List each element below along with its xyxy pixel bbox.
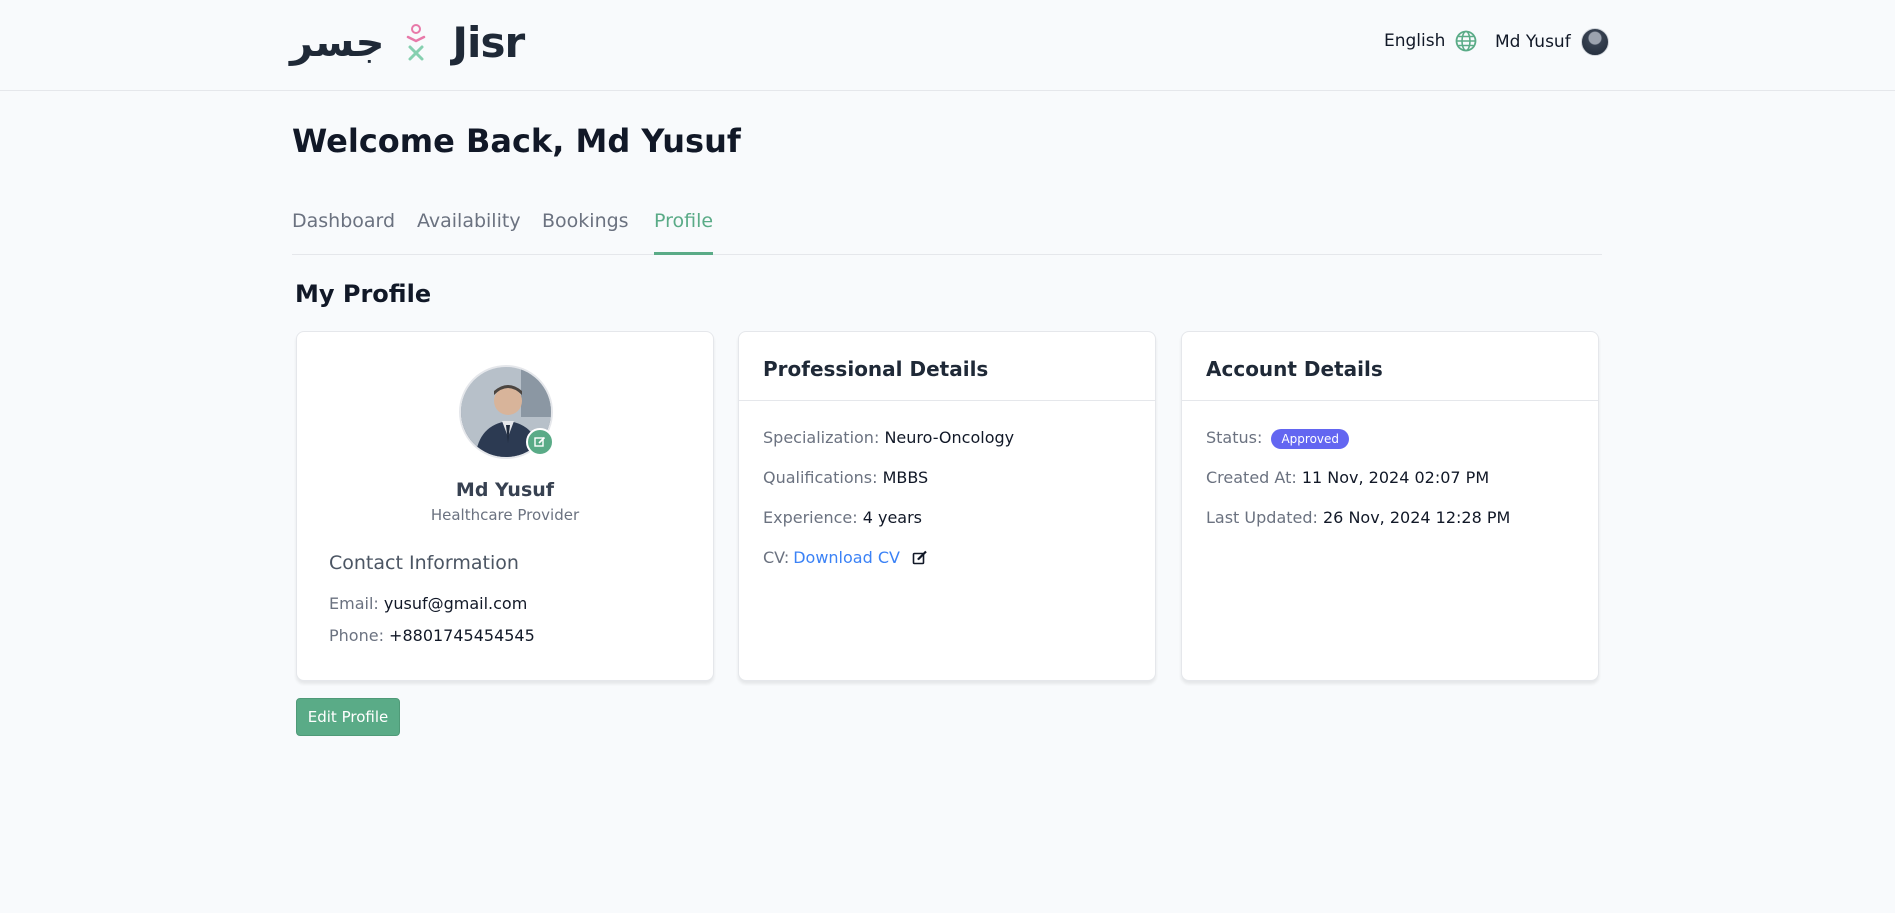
tab-availability[interactable]: Availability <box>417 210 521 255</box>
created-row: Created At: 11 Nov, 2024 02:07 PM <box>1206 468 1489 487</box>
updated-label: Last Updated: <box>1206 508 1318 527</box>
status-row: Status: Approved <box>1206 428 1350 449</box>
email-label: Email: <box>329 594 379 613</box>
profile-card: Md Yusuf Healthcare Provider Contact Inf… <box>296 331 714 681</box>
download-cv-link[interactable]: Download CV <box>793 548 900 567</box>
created-value: 11 Nov, 2024 02:07 PM <box>1301 468 1490 487</box>
user-name: Md Yusuf <box>1495 32 1571 52</box>
edit-icon <box>534 436 546 447</box>
updated-row: Last Updated: 26 Nov, 2024 12:28 PM <box>1206 508 1510 527</box>
qualifications-label: Qualifications: <box>763 468 878 487</box>
qualifications-value: MBBS <box>882 468 929 487</box>
language-label: English <box>1384 31 1446 51</box>
page-title: Welcome Back, Md Yusuf <box>292 122 741 160</box>
globe-icon <box>1455 30 1477 52</box>
user-menu[interactable]: Md Yusuf <box>1495 28 1609 56</box>
phone-label: Phone: <box>329 626 384 645</box>
tab-bookings[interactable]: Bookings <box>542 210 629 255</box>
phone-value: +8801745454545 <box>389 626 535 645</box>
profile-role: Healthcare Provider <box>430 506 580 524</box>
specialization-row: Specialization: Neuro-Oncology <box>763 428 1014 447</box>
status-badge: Approved <box>1271 428 1350 449</box>
card-title: Professional Details <box>739 332 1155 401</box>
logo-english-text: Jisr <box>452 18 525 67</box>
top-header: جسر Jisr English Md Yusuf <box>0 0 1895 91</box>
status-label: Status: <box>1206 428 1263 447</box>
email-value: yusuf@gmail.com <box>383 594 528 613</box>
cv-row: CV: Download CV <box>763 548 928 567</box>
section-title: My Profile <box>295 280 432 308</box>
email-row: Email: yusuf@gmail.com <box>329 594 527 613</box>
edit-photo-button[interactable] <box>526 428 554 456</box>
experience-label: Experience: <box>763 508 858 527</box>
phone-row: Phone: +8801745454545 <box>329 626 535 645</box>
experience-value: 4 years <box>862 508 923 527</box>
updated-value: 26 Nov, 2024 12:28 PM <box>1323 508 1511 527</box>
tab-profile[interactable]: Profile <box>654 210 714 255</box>
language-selector[interactable]: English <box>1384 30 1477 52</box>
profile-name: Md Yusuf <box>455 479 555 501</box>
specialization-value: Neuro-Oncology <box>884 428 1015 447</box>
cv-label: CV: <box>763 548 790 567</box>
edit-cv-icon[interactable] <box>912 550 928 566</box>
specialization-label: Specialization: <box>763 428 880 447</box>
created-label: Created At: <box>1206 468 1297 487</box>
jisr-logo[interactable]: جسر Jisr <box>290 18 525 68</box>
edit-profile-button[interactable]: Edit Profile <box>296 698 400 736</box>
tab-dashboard[interactable]: Dashboard <box>292 210 395 255</box>
contact-info-heading: Contact Information <box>329 552 519 574</box>
professional-details-card: Professional Details Specialization: Neu… <box>738 331 1156 681</box>
qualifications-row: Qualifications: MBBS <box>763 468 928 487</box>
account-details-card: Account Details Status: Approved Created… <box>1181 331 1599 681</box>
tab-bar: Dashboard Availability Bookings Profile <box>292 210 1602 255</box>
logo-arabic-text: جسر <box>290 20 385 66</box>
avatar <box>1580 28 1609 56</box>
logo-figure-icon <box>402 23 430 63</box>
experience-row: Experience: 4 years <box>763 508 922 527</box>
card-title: Account Details <box>1182 332 1598 401</box>
